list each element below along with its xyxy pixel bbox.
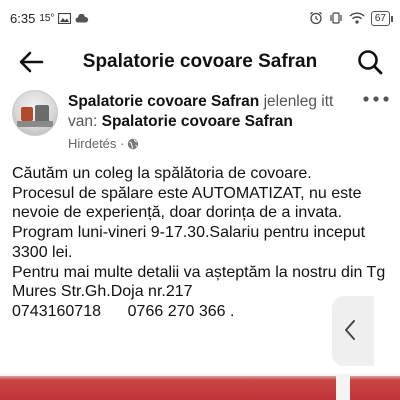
location-link[interactable]: Spalatorie covoare Safran (102, 113, 293, 130)
status-temperature: 15° (39, 12, 55, 24)
cloud-icon (75, 13, 89, 22)
status-right: 67 (309, 10, 394, 26)
post-body-line: Program luni-vineri 9-17.30.Salariu pent… (12, 224, 366, 261)
more-icon[interactable] (362, 92, 390, 106)
sponsored-label: Hirdetés · (68, 136, 139, 151)
status-time: 6:35 (10, 10, 36, 26)
avatar[interactable] (12, 90, 58, 136)
battery-icon: 67 (370, 10, 394, 26)
search-icon[interactable] (356, 48, 384, 76)
page-name-link[interactable]: Spalatorie covoare Safran (68, 93, 259, 110)
post-header: Spalatorie covoare Safran jelenleg itt v… (12, 90, 400, 152)
status-left: 6:35 15° (10, 11, 89, 26)
page-title: Spalatorie covoare Safran (82, 51, 318, 72)
wifi-icon (349, 12, 365, 24)
post-body-line: Căutăm un coleg la spălătoria de covoare… (12, 165, 312, 182)
post-body: Căutăm un coleg la spălătoria de covoare… (12, 164, 392, 322)
image-icon (58, 12, 72, 24)
post-title: Spalatorie covoare Safran jelenleg itt v… (68, 92, 358, 132)
globe-icon (128, 138, 139, 149)
post-body-line: Procesul de spălare este AUTOMATIZAT, nu… (12, 184, 362, 222)
post-image-preview[interactable] (0, 374, 400, 400)
status-bar: 6:35 15° 67 (0, 0, 400, 36)
floating-side-panel[interactable] (332, 296, 374, 366)
chevron-left-icon[interactable] (343, 318, 357, 342)
sponsored-text: Hirdetés · (68, 136, 125, 151)
alarm-icon (309, 11, 322, 25)
vibrate-icon (330, 12, 342, 24)
post-body-line: Pentru mai multe detalii va așteptăm la … (12, 263, 386, 301)
app-bar: Spalatorie covoare Safran (0, 36, 400, 88)
